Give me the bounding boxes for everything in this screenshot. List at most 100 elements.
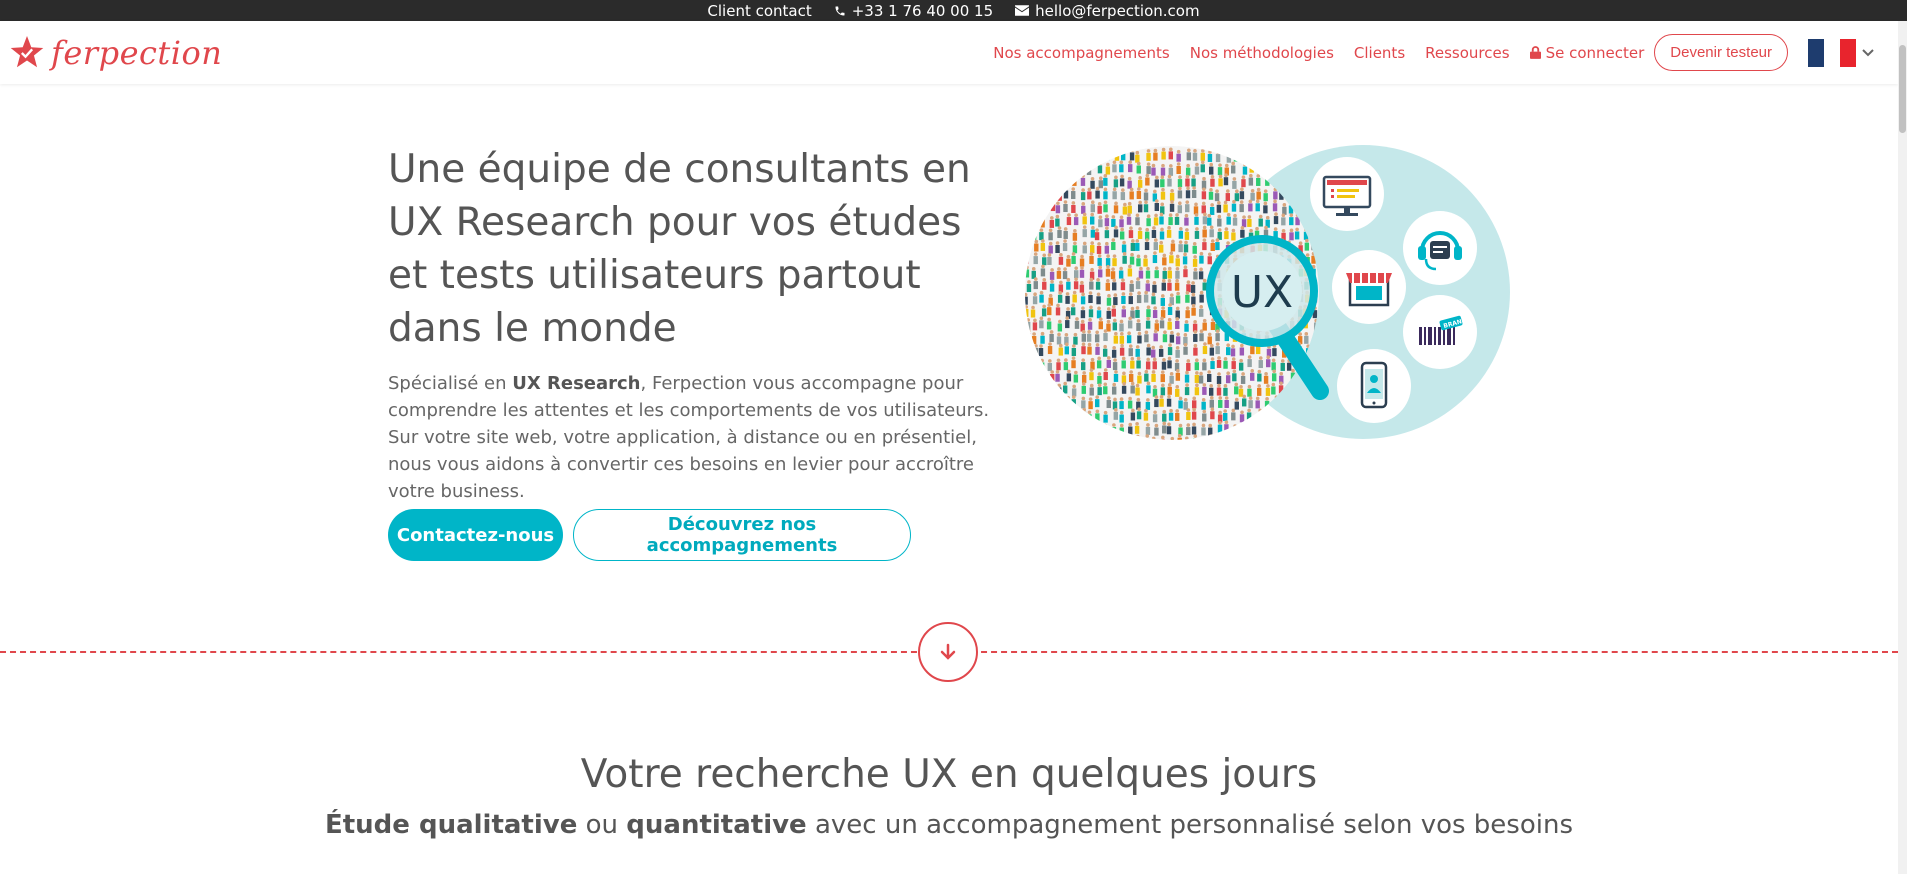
crowd-person-body (1144, 242, 1150, 251)
crowd-person-head (1201, 201, 1206, 206)
crowd-person-body (1033, 414, 1038, 423)
crowd-person-head (1048, 241, 1053, 246)
crowd-person-head (1119, 215, 1124, 220)
crowd-person-head (1192, 396, 1197, 401)
crowd-person-body (1210, 322, 1216, 331)
crowd-person-body (1080, 192, 1086, 201)
crowd-person-head (1095, 186, 1100, 191)
crowd-person-head (1095, 423, 1100, 427)
crowd-person-body (1089, 372, 1094, 381)
crowd-person-head (1151, 163, 1156, 168)
scrollbar[interactable] (1898, 21, 1907, 874)
crowd-person-head (1169, 293, 1174, 297)
crowd-person-head (1161, 383, 1165, 388)
crowd-person-head (1128, 264, 1132, 269)
crowd-person-body (1186, 152, 1192, 161)
crowd-person-body (1047, 178, 1053, 187)
crowd-person-head (1160, 370, 1165, 374)
email-link[interactable]: hello@ferpection.com (1015, 2, 1200, 20)
nav-item-accompagnements[interactable]: Nos accompagnements (993, 44, 1169, 62)
crowd-person-head (1191, 292, 1196, 297)
crowd-person-head (1113, 397, 1117, 402)
crowd-person-body (1167, 282, 1172, 291)
crowd-person-head (1050, 216, 1054, 220)
nav-item-methodologies[interactable]: Nos méthodologies (1190, 44, 1334, 62)
language-selector[interactable] (1808, 38, 1874, 67)
crowd-person-head (1031, 355, 1036, 360)
crowd-person-head (1106, 319, 1111, 324)
crowd-person-body (1159, 320, 1165, 329)
crowd-person-body (1226, 216, 1231, 225)
crowd-person-body (1191, 178, 1196, 187)
crowd-person-body (1114, 152, 1120, 161)
crowd-person-body (1191, 190, 1197, 199)
crowd-person-body (1198, 375, 1204, 384)
crowd-person-head (1146, 266, 1150, 271)
discover-services-button[interactable]: Découvrez nos accompagnements (573, 509, 911, 561)
crowd-person-head (1087, 329, 1091, 334)
crowd-person-body (1194, 374, 1200, 383)
crowd-person-head (1120, 343, 1124, 348)
crowd-person-body (1154, 203, 1159, 212)
crowd-person-body (1194, 166, 1200, 175)
crowd-person-body (1153, 242, 1158, 251)
crowd-person-body (1186, 412, 1191, 421)
crowd-person-head (1025, 241, 1028, 246)
crowd-person-body (1145, 426, 1151, 435)
crowd-person-body (1038, 348, 1044, 357)
crowd-person-body (1048, 164, 1054, 173)
nav-item-login[interactable]: Se connecter (1529, 44, 1644, 62)
crowd-person-head (1146, 316, 1150, 321)
crowd-person-head (1066, 254, 1071, 259)
crowd-person-head (1289, 213, 1294, 217)
crowd-person-head (1231, 344, 1235, 349)
logo[interactable]: ferpection (9, 34, 222, 72)
crowd-person-body (1034, 243, 1039, 252)
crowd-person-head (1106, 435, 1111, 440)
nav-item-label: Nos méthodologies (1189, 43, 1334, 62)
crowd-person-body (1182, 256, 1188, 265)
crowd-person-body (1079, 165, 1084, 174)
french-flag-icon (1808, 38, 1856, 67)
crowd-person-head (1183, 343, 1188, 347)
crowd-person-head (1144, 188, 1148, 193)
crowd-person-head (1178, 186, 1182, 191)
crowd-person-body (1057, 294, 1063, 303)
crowd-person-head (1042, 253, 1047, 258)
phone-link[interactable]: +33 1 76 40 00 15 (834, 2, 993, 20)
crowd-person-body (1240, 437, 1246, 440)
nav-item-clients[interactable]: Clients (1354, 44, 1405, 62)
crowd-person-body (1248, 426, 1253, 435)
crowd-person-body (1162, 334, 1168, 343)
crowd-person-head (1199, 329, 1204, 334)
scroll-down-button[interactable] (918, 622, 978, 682)
crowd-person-body (1183, 346, 1188, 355)
crowd-person-head (1071, 252, 1076, 256)
scrollbar-thumb[interactable] (1899, 45, 1906, 133)
crowd-person-head (1063, 267, 1067, 271)
crowd-person-head (1154, 319, 1159, 324)
ux-lens-text: UX (1231, 267, 1293, 318)
crowd-person-head (1082, 371, 1086, 375)
crowd-person-head (1217, 383, 1221, 388)
crowd-person-head (1039, 228, 1044, 232)
crowd-person-body (1289, 217, 1294, 226)
nav-item-ressources[interactable]: Ressources (1425, 44, 1509, 62)
crowd-person-head (1184, 213, 1189, 218)
crowd-person-body (1231, 361, 1236, 370)
crowd-person-body (1128, 374, 1134, 383)
crowd-person-body (1151, 167, 1156, 176)
crowd-person-body (1208, 191, 1214, 200)
crowd-person-body (1185, 310, 1190, 319)
crowd-person-body (1257, 373, 1262, 382)
crowd-person-body (1161, 282, 1166, 291)
crowd-person-body (1082, 216, 1087, 225)
crowd-person-head (1193, 255, 1197, 259)
crowd-person-head (1267, 162, 1271, 166)
contact-us-button[interactable]: Contactez-nous (388, 509, 563, 561)
become-tester-button[interactable]: Devenir testeur (1654, 34, 1788, 71)
crowd-person-head (1135, 239, 1140, 243)
crowd-person-body (1105, 166, 1111, 175)
crowd-person-body (1192, 152, 1198, 161)
crowd-person-body (1041, 191, 1046, 200)
